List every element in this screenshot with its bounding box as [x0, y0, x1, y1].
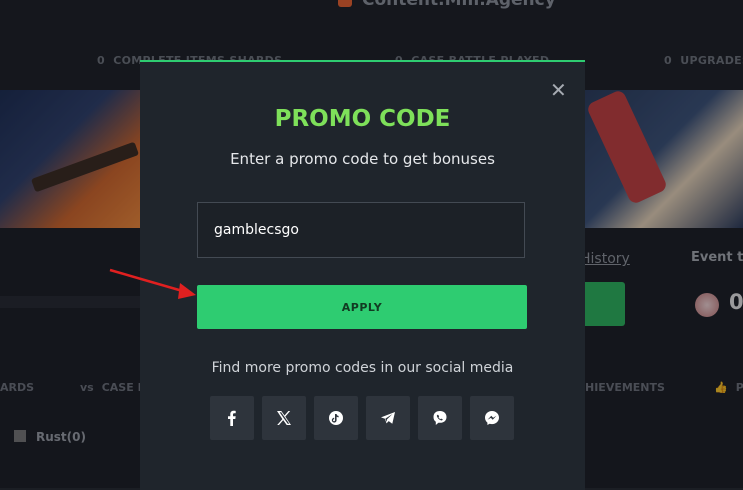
annotation-arrow: [109, 268, 196, 299]
